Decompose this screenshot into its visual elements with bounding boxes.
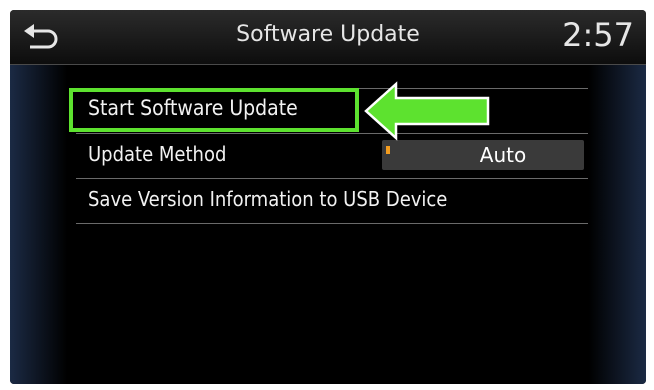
menu-item-label: Save Version Information to USB Device [88, 187, 448, 211]
highlight-box [69, 88, 359, 132]
save-version-info-item[interactable]: Save Version Information to USB Device [76, 179, 588, 224]
clock: 2:57 [562, 16, 634, 54]
title-bar: Software Update 2:57 [10, 10, 646, 65]
update-method-value-text: Auto [479, 143, 527, 167]
update-method-value[interactable]: Auto [382, 140, 584, 170]
pointer-arrow-icon [364, 81, 490, 141]
menu-item-label: Update Method [88, 142, 227, 166]
infotainment-screen: Software Update 2:57 Start Software Upda… [10, 10, 646, 384]
page-title: Software Update [236, 22, 420, 47]
update-method-item[interactable]: Update Method Auto [76, 134, 588, 179]
value-indicator-icon [386, 146, 390, 154]
